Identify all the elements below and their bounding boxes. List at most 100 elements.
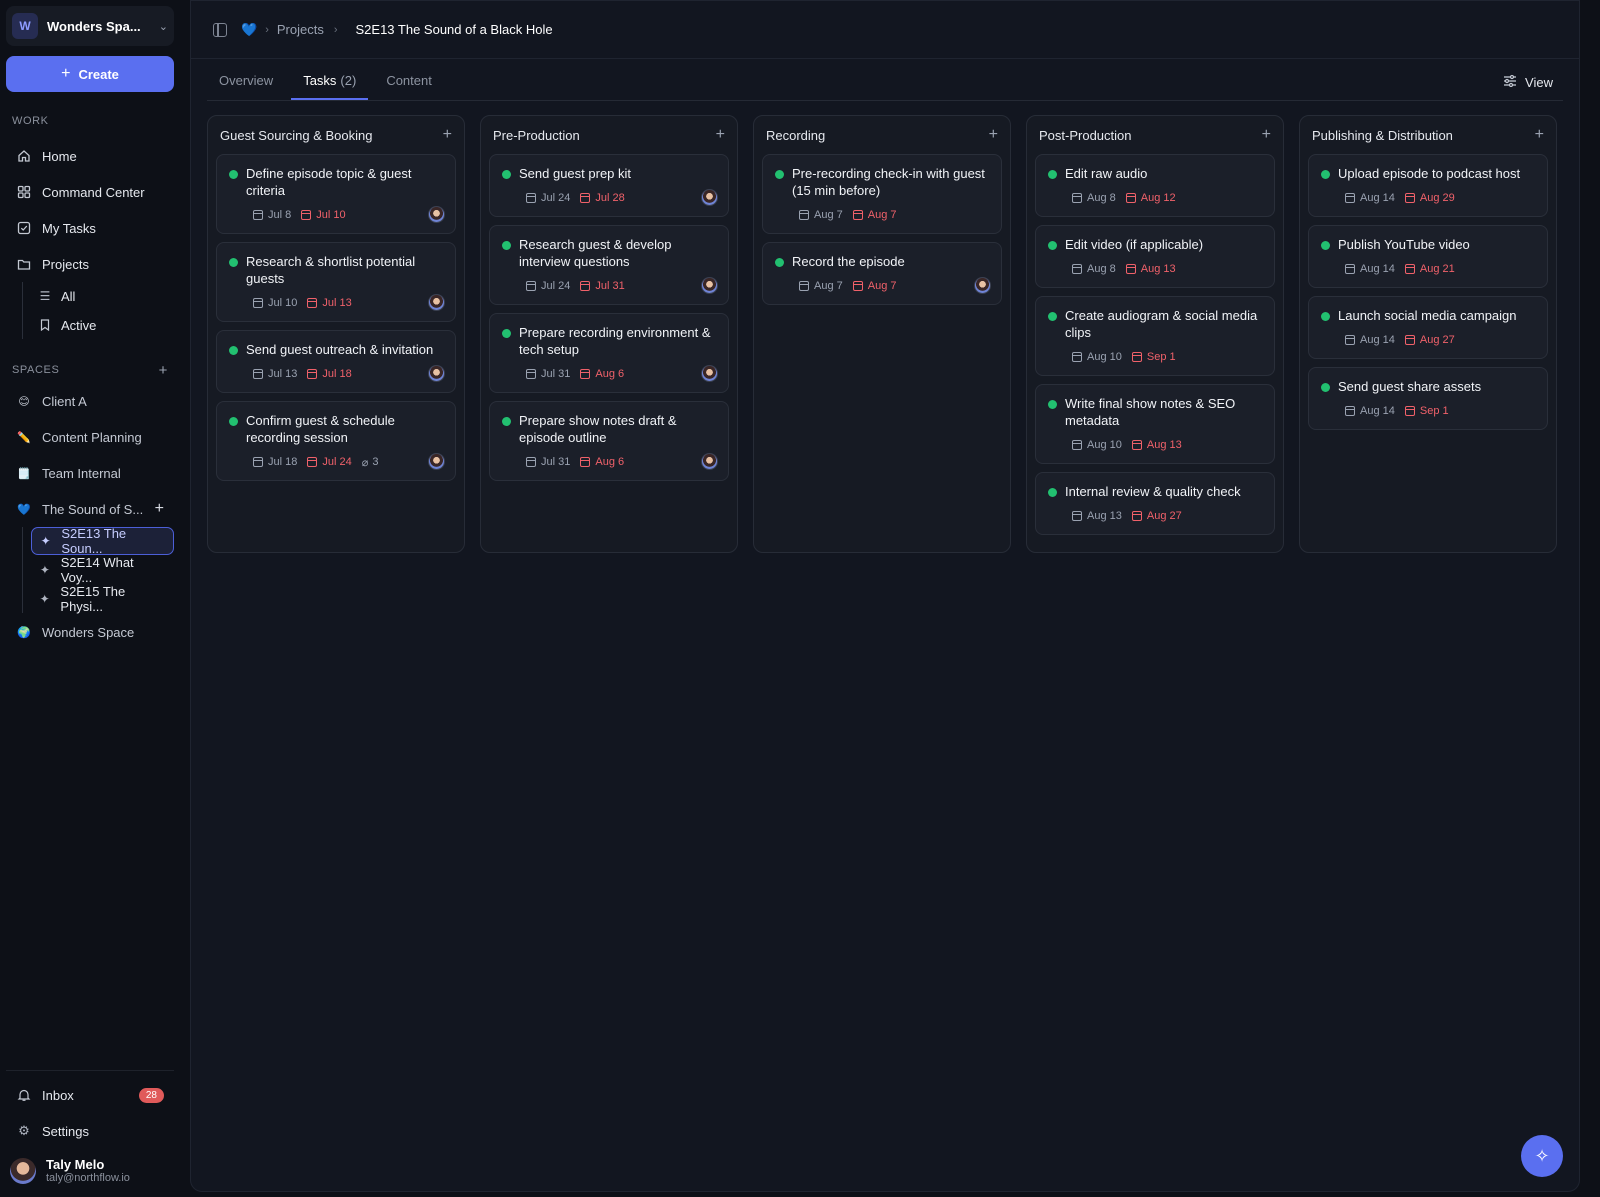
assignee-avatar[interactable] [428, 206, 445, 223]
assignee-avatar[interactable] [428, 294, 445, 311]
sidebar-item-label: All [61, 288, 76, 304]
task-card[interactable]: Research & shortlist potential guests Ju… [216, 242, 456, 322]
status-dot-icon [229, 346, 238, 355]
task-card[interactable]: Send guest outreach & invitation Jul 13 … [216, 330, 456, 393]
task-title: Internal review & quality check [1065, 484, 1241, 499]
calendar-clock-icon [1131, 440, 1142, 450]
gear-icon: ⚙ [18, 1123, 30, 1138]
assignee-avatar[interactable] [701, 277, 718, 294]
board-column: Pre-Production + Send guest prep kit Jul… [480, 115, 738, 553]
add-task-icon[interactable]: + [989, 126, 998, 144]
space-wonders-space[interactable]: 🌍 Wonders Space [6, 614, 174, 650]
space-client-a[interactable]: 😊 Client A [6, 383, 174, 419]
add-project-icon[interactable]: + [155, 500, 164, 518]
due-date: Aug 6 [580, 368, 624, 380]
calendar-icon [1345, 264, 1355, 274]
breadcrumb-projects[interactable]: Projects [277, 22, 324, 37]
notepad-icon: 🗒️ [17, 467, 31, 480]
task-title: Edit video (if applicable) [1065, 237, 1204, 252]
status-dot-icon [1048, 170, 1057, 179]
task-card[interactable]: Send guest share assets Aug 14 Sep 1 [1308, 367, 1548, 430]
assignee-avatar[interactable] [701, 453, 718, 470]
sidebar-item-active[interactable]: Active [31, 311, 174, 339]
start-date: Jul 18 [253, 456, 297, 468]
tab-content[interactable]: Content [374, 73, 444, 100]
calendar-icon [526, 457, 536, 467]
assignee-avatar[interactable] [701, 189, 718, 206]
space-label: The Sound of S... [42, 501, 144, 517]
task-card[interactable]: Upload episode to podcast host Aug 14 Au… [1308, 154, 1548, 217]
assignee-avatar[interactable] [428, 365, 445, 382]
ai-assistant-button[interactable]: ✧ [1521, 1135, 1563, 1177]
status-dot-icon [229, 417, 238, 426]
space-content-planning[interactable]: ✏️ Content Planning [6, 419, 174, 455]
task-title: Send guest prep kit [519, 166, 632, 181]
view-button[interactable]: View [1503, 74, 1553, 90]
chevron-right-icon: › [333, 23, 338, 36]
sidebar-item-inbox[interactable]: Inbox 28 [6, 1077, 174, 1113]
task-card[interactable]: Pre-recording check-in with guest (15 mi… [762, 154, 1002, 234]
task-card[interactable]: Write final show notes & SEO metadata Au… [1035, 384, 1275, 464]
status-dot-icon [1321, 383, 1330, 392]
sidebar-item-settings[interactable]: ⚙ Settings [6, 1113, 174, 1149]
sidebar-toggle-icon[interactable] [213, 22, 227, 37]
pencil-icon: ✏️ [17, 431, 31, 444]
add-task-icon[interactable]: + [716, 126, 725, 144]
task-card[interactable]: Prepare recording environment & tech set… [489, 313, 729, 393]
sidebar-item-s2e14[interactable]: ✦ S2E14 What Voy... [31, 555, 174, 585]
workspace-switcher[interactable]: W Wonders Spa... ⌄ [6, 6, 174, 46]
status-dot-icon [1048, 312, 1057, 321]
add-task-icon[interactable]: + [1262, 126, 1271, 144]
column-header: Publishing & Distribution + [1308, 124, 1548, 146]
user-profile[interactable]: Taly Melo taly@northflow.io [6, 1149, 174, 1192]
start-date: Aug 13 [1072, 510, 1122, 522]
task-card[interactable]: Define episode topic & guest criteria Ju… [216, 154, 456, 234]
sidebar-item-s2e15[interactable]: ✦ S2E15 The Physi... [31, 584, 174, 614]
blue-heart-icon: 💙 [17, 503, 31, 516]
column-title: Pre-Production [493, 127, 580, 143]
task-title: Launch social media campaign [1338, 308, 1517, 323]
task-card[interactable]: Research guest & develop interview quest… [489, 225, 729, 305]
task-card[interactable]: Create audiogram & social media clips Au… [1035, 296, 1275, 376]
space-label: Team Internal [42, 465, 121, 481]
tab-tasks[interactable]: Tasks (2) [291, 73, 369, 100]
add-task-icon[interactable]: + [1535, 126, 1544, 144]
task-card[interactable]: Publish YouTube video Aug 14 Aug 21 [1308, 225, 1548, 288]
calendar-clock-icon [852, 281, 863, 291]
assignee-avatar[interactable] [701, 365, 718, 382]
task-card[interactable]: Launch social media campaign Aug 14 Aug … [1308, 296, 1548, 359]
assignee-avatar[interactable] [974, 277, 991, 294]
task-card[interactable]: Internal review & quality check Aug 13 A… [1035, 472, 1275, 535]
task-card[interactable]: Record the episode Aug 7 Aug 7 [762, 242, 1002, 305]
task-card[interactable]: Confirm guest & schedule recording sessi… [216, 401, 456, 481]
task-title: Research guest & develop interview quest… [519, 237, 672, 269]
sidebar-item-home[interactable]: Home [6, 138, 174, 174]
assignee-avatar[interactable] [428, 453, 445, 470]
task-card[interactable]: Prepare show notes draft & episode outli… [489, 401, 729, 481]
create-button[interactable]: + Create [6, 56, 174, 92]
page-title: S2E13 The Sound of a Black Hole [355, 22, 553, 37]
blue-heart-icon[interactable]: 💙 [241, 22, 257, 38]
space-team-internal[interactable]: 🗒️ Team Internal [6, 455, 174, 491]
sidebar-item-all[interactable]: ☰ All [31, 282, 174, 310]
board-column: Post-Production + Edit raw audio Aug 8 A… [1026, 115, 1284, 553]
tab-overview[interactable]: Overview [207, 73, 285, 100]
calendar-clock-icon [1404, 406, 1415, 416]
task-card[interactable]: Edit video (if applicable) Aug 8 Aug 13 [1035, 225, 1275, 288]
sidebar-item-projects[interactable]: Projects [6, 246, 174, 282]
add-task-icon[interactable]: + [443, 126, 452, 144]
task-card[interactable]: Send guest prep kit Jul 24 Jul 28 [489, 154, 729, 217]
due-date: Jul 31 [580, 280, 625, 292]
task-title-row: Publish YouTube video [1319, 236, 1537, 253]
add-space-icon[interactable]: + [159, 362, 168, 379]
start-date: Aug 7 [799, 280, 843, 292]
due-date: Aug 29 [1404, 192, 1455, 204]
status-dot-icon [229, 258, 238, 267]
task-card[interactable]: Edit raw audio Aug 8 Aug 12 [1035, 154, 1275, 217]
calendar-icon [526, 193, 536, 203]
sidebar-item-s2e13[interactable]: ✦ S2E13 The Soun... [31, 526, 174, 556]
sidebar-item-my-tasks[interactable]: My Tasks [6, 210, 174, 246]
sidebar-item-command-center[interactable]: Command Center [6, 174, 174, 210]
space-the-sound-of-science[interactable]: 💙 The Sound of S... + [6, 491, 174, 527]
sidebar: W Wonders Spa... ⌄ + Create WORK Home Co… [0, 0, 180, 1197]
